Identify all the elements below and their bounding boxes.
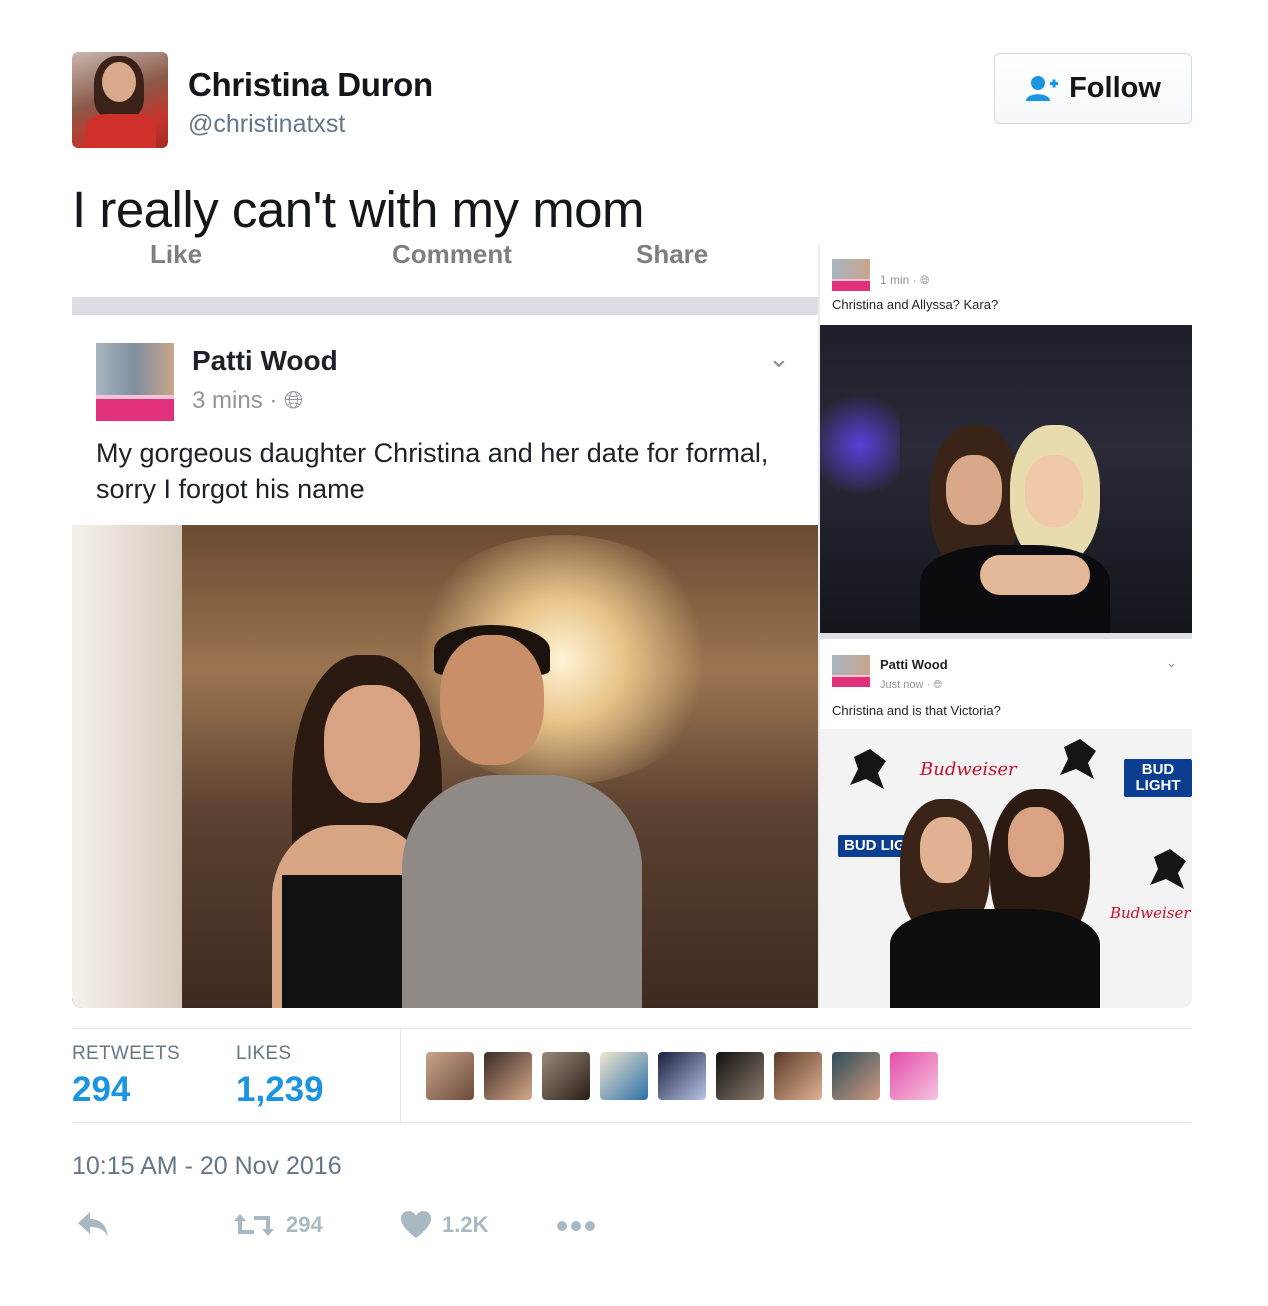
avatar-face: [102, 62, 136, 102]
more-dots-icon: [557, 1221, 595, 1231]
fb-post-text: My gorgeous daughter Christina and her d…: [96, 438, 769, 504]
budweiser-logo: Budweiser: [1110, 904, 1191, 922]
fb-side-post-1-caption: Christina and Allyssa? Kara?: [832, 297, 999, 312]
tweet-text: I really can't with my mom: [72, 181, 645, 238]
fb-share-action: Share: [636, 245, 709, 269]
fb-main-photo: [72, 525, 818, 1008]
liker-avatar[interactable]: [484, 1052, 532, 1100]
fb-post-time: 3 mins ·: [192, 387, 285, 414]
likes-label[interactable]: LIKES: [236, 1043, 291, 1065]
fb-side-photo-1: [820, 325, 1192, 633]
chevron-down-icon: ⌄: [768, 343, 790, 373]
more-button[interactable]: [556, 1220, 596, 1232]
liker-avatar[interactable]: [890, 1052, 938, 1100]
fb-side-post-2-author: Patti Wood: [880, 657, 948, 672]
add-user-icon: [1026, 75, 1059, 101]
bobcat-logo-icon: [850, 749, 886, 789]
retweet-button[interactable]: 294: [232, 1210, 323, 1240]
retweet-count: 294: [286, 1212, 323, 1237]
liker-avatar[interactable]: [658, 1052, 706, 1100]
liker-avatars: [426, 1052, 938, 1100]
bud-light-logo: BUD LIGHT: [1124, 759, 1192, 797]
user-display-name[interactable]: Christina Duron: [188, 66, 433, 104]
liker-avatar[interactable]: [832, 1052, 880, 1100]
bobcat-logo-icon: [1150, 849, 1186, 889]
fb-side-post-2: Patti Wood Just now · 🌐︎ ⌄ Christina and…: [820, 639, 1192, 727]
fb-side-thumbnail: [832, 259, 870, 291]
fb-separator: [72, 297, 818, 315]
liker-avatar[interactable]: [600, 1052, 648, 1100]
fb-side-post-1-meta: 1 min · 🌐︎: [880, 273, 930, 287]
fb-post-author: Patti Wood: [192, 345, 338, 376]
avatar-dress: [86, 114, 156, 148]
fb-post-header: Patti Wood 3 mins · 🌐︎ ⌄ My gorgeous dau…: [72, 315, 818, 525]
facebook-post-main: Like Comment Share Patti Wood 3 mins · 🌐…: [72, 245, 818, 1008]
globe-icon: 🌐︎: [920, 273, 930, 287]
likes-count[interactable]: 1,239: [236, 1070, 324, 1110]
stats-divider: [400, 1030, 401, 1122]
user-handle[interactable]: @christinatxst: [188, 110, 345, 139]
divider: [72, 1122, 1192, 1123]
follow-button-label: Follow: [1069, 72, 1161, 104]
fb-action-bar: Like Comment Share: [72, 245, 818, 293]
facebook-posts-side: 1 min · 🌐︎ Christina and Allyssa? Kara? …: [820, 245, 1192, 1008]
retweet-icon: [234, 1214, 274, 1236]
reply-button[interactable]: [76, 1210, 110, 1240]
follow-button[interactable]: Follow: [994, 53, 1192, 124]
fb-comment-action: Comment: [392, 245, 512, 269]
heart-icon: [401, 1211, 431, 1238]
fb-side-post-1: 1 min · 🌐︎ Christina and Allyssa? Kara?: [820, 245, 1192, 323]
reply-icon: [78, 1212, 108, 1237]
tweet-media[interactable]: Like Comment Share Patti Wood 3 mins · 🌐…: [72, 245, 1192, 1008]
avatar[interactable]: [72, 52, 168, 148]
bobcat-logo-icon: [1060, 739, 1096, 779]
tweet-timestamp[interactable]: 10:15 AM - 20 Nov 2016: [72, 1152, 342, 1181]
retweets-label[interactable]: RETWEETS: [72, 1043, 180, 1065]
liker-avatar[interactable]: [426, 1052, 474, 1100]
liker-avatar[interactable]: [774, 1052, 822, 1100]
globe-icon: 🌐︎: [284, 387, 304, 414]
chevron-down-icon: ⌄: [1166, 655, 1177, 670]
fb-like-action: Like: [150, 245, 203, 269]
fb-side-post-2-meta: Just now · 🌐︎: [880, 679, 942, 691]
liker-avatar[interactable]: [542, 1052, 590, 1100]
budweiser-logo: Budweiser: [920, 759, 1017, 780]
like-count: 1.2K: [442, 1212, 489, 1237]
fb-post-meta: 3 mins · 🌐︎: [192, 387, 303, 415]
like-button[interactable]: 1.2K: [400, 1210, 488, 1240]
divider: [72, 1028, 1192, 1029]
fb-side-post-2-caption: Christina and is that Victoria?: [832, 703, 1001, 718]
retweets-count[interactable]: 294: [72, 1070, 130, 1110]
fb-side-photo-2: Budweiser Budweiser BUD LIGHT BUD LIGHT: [820, 729, 1192, 1008]
globe-icon: 🌐︎: [933, 679, 942, 691]
fb-side-thumbnail: [832, 655, 870, 687]
liker-avatar[interactable]: [716, 1052, 764, 1100]
fb-author-thumbnail: [96, 343, 174, 421]
